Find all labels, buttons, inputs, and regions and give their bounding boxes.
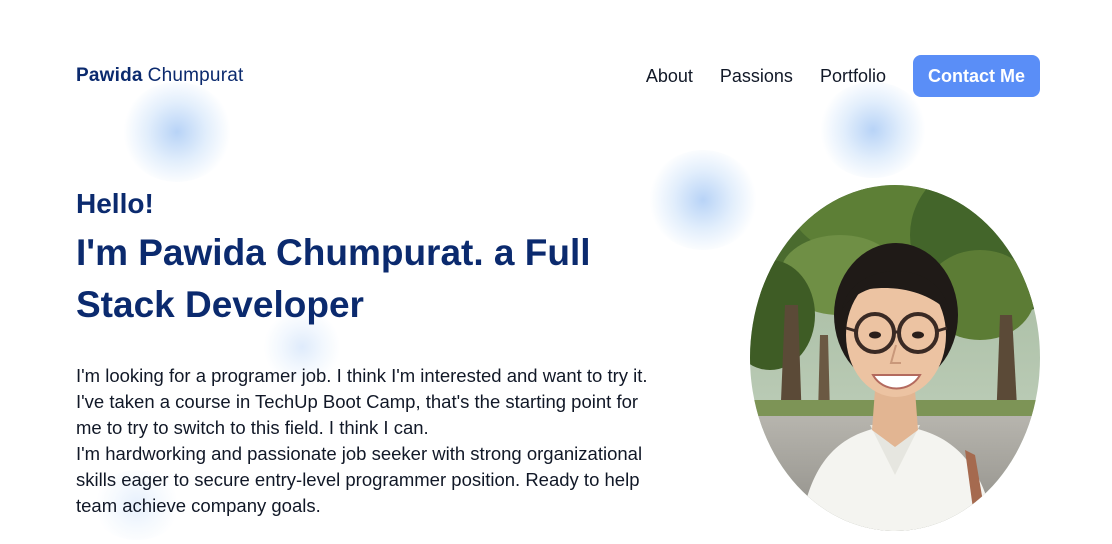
greeting-text: Hello!: [76, 188, 154, 219]
top-navigation: Pawida Chumpurat About Passions Portfolio…: [76, 55, 1040, 97]
bio-text: I'm looking for a programer job. I think…: [76, 363, 666, 519]
brand-last-name: Chumpurat: [147, 65, 244, 86]
decorative-blur-blob: [122, 82, 232, 182]
brand-logo[interactable]: Pawida Chumpurat: [76, 65, 243, 87]
brand-first-name: Pawida: [76, 65, 143, 86]
nav-link-portfolio[interactable]: Portfolio: [820, 66, 886, 87]
bio-paragraph: I'm looking for a programer job. I think…: [76, 365, 648, 438]
hero-section: Hello! I'm Pawida Chumpurat. a Full Stac…: [76, 186, 676, 519]
nav-menu: About Passions Portfolio Contact Me: [646, 55, 1040, 97]
nav-link-passions[interactable]: Passions: [720, 66, 793, 87]
nav-link-about[interactable]: About: [646, 66, 693, 87]
hero-headline: I'm Pawida Chumpurat. a Full Stack Devel…: [76, 232, 591, 325]
contact-me-button[interactable]: Contact Me: [912, 55, 1040, 97]
bio-paragraph: I'm hardworking and passionate job seeke…: [76, 443, 643, 516]
profile-photo: [750, 185, 1040, 531]
portrait-illustration: [750, 185, 1040, 531]
